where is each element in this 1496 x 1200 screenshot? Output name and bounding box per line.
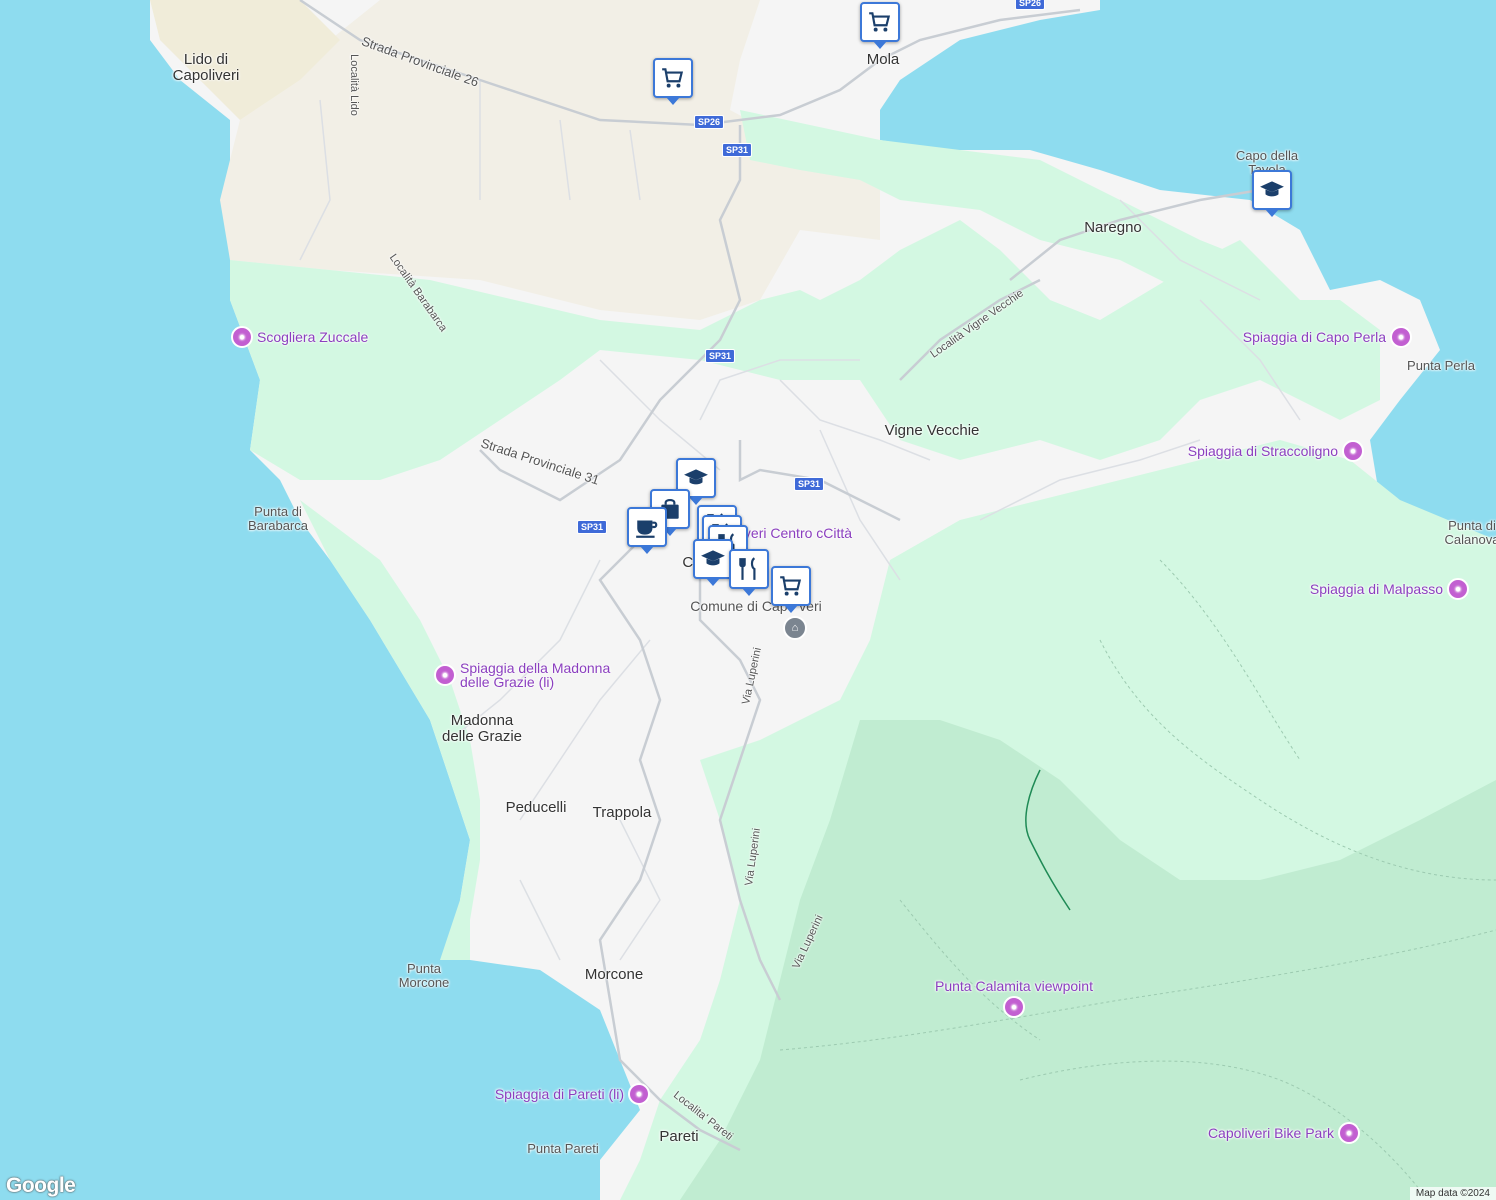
marker-town-restaurant[interactable] [729,549,769,596]
road-shield-sp31: SP31 [721,143,753,157]
road-shield-sp31: SP31 [704,349,736,363]
marker-town-shop[interactable] [771,566,811,613]
camera-icon: ● [628,1083,650,1105]
poi-pareti-beach[interactable]: ● Spiaggia di Pareti (li) [495,1083,650,1105]
camera-icon: ● [1342,440,1364,462]
place-peducelli: Peducelli [505,799,567,816]
road-label-lido: Località Lido [348,54,360,116]
poi-madonna-beach[interactable]: ● Spiaggia della Madonna delle Grazie (li… [434,661,610,689]
shopping-cart-icon [869,12,891,32]
road-shield-sp31: SP31 [576,520,608,534]
poi-bike-park[interactable]: ● Capoliveri Bike Park [1208,1122,1360,1144]
marker-tavola-school[interactable] [1252,170,1292,217]
poi-calamita[interactable]: Punta Calamita viewpoint ● [935,978,1093,1018]
marker-mola-shop[interactable] [860,2,900,49]
place-naregno: Naregno [1084,219,1142,236]
marker-town-school[interactable] [693,539,733,586]
town-hall-icon[interactable]: ⌂ [783,616,807,640]
poi-capo-perla[interactable]: ● Spiaggia di Capo Perla [1243,326,1412,348]
place-punta-perla: Punta Perla [1407,358,1475,373]
place-trappola: Trappola [592,804,652,821]
shopping-cart-icon [780,576,802,596]
marker-town-cafe[interactable] [627,507,667,554]
road-shield-sp26: SP26 [1014,0,1046,10]
camera-icon: ● [1390,326,1412,348]
poi-scogliera-zuccale[interactable]: ● Scogliera Zuccale [231,326,368,348]
place-punta-pareti: Punta Pareti [527,1141,599,1156]
camera-icon: ● [1447,578,1469,600]
map-canvas[interactable]: Lido di Capoliveri Mola Naregno Capo del… [0,0,1496,1200]
place-lido: Lido di Capoliveri [172,51,240,84]
place-punta-barabarca: Punta di Barabarca [248,504,308,533]
map-attribution[interactable]: Map data ©2024 [1409,1187,1496,1200]
camera-icon: ● [1002,996,1025,1018]
place-pareti: Pareti [659,1128,699,1145]
road-shield-sp26: SP26 [693,115,725,129]
camera-icon: ● [231,326,253,348]
restaurant-icon [739,557,756,580]
place-mola: Mola [866,51,900,68]
graduation-cap-icon [701,550,725,566]
place-centro: veri Centro cCittà [743,525,853,541]
coffee-cup-icon [636,520,658,538]
place-punta-morcone: Punta Morcone [398,961,450,990]
place-punta-calanova: Punta di Calanova [1444,518,1496,547]
camera-icon: ● [434,664,456,686]
camera-icon: ● [1338,1122,1360,1144]
poi-malpasso[interactable]: ● Spiaggia di Malpasso [1310,578,1469,600]
marker-north-shop[interactable] [653,58,693,105]
shopping-cart-icon [662,68,684,88]
poi-straccoligno[interactable]: ● Spiaggia di Straccoligno [1188,440,1364,462]
place-vigne-vecchie: Vigne Vecchie [884,422,980,439]
google-logo: Google [6,1174,76,1197]
graduation-cap-icon [684,469,708,485]
road-shield-sp31: SP31 [793,477,825,491]
place-morcone: Morcone [584,966,644,983]
graduation-cap-icon [1260,181,1284,197]
place-madonna: Madonna delle Grazie [441,712,523,745]
